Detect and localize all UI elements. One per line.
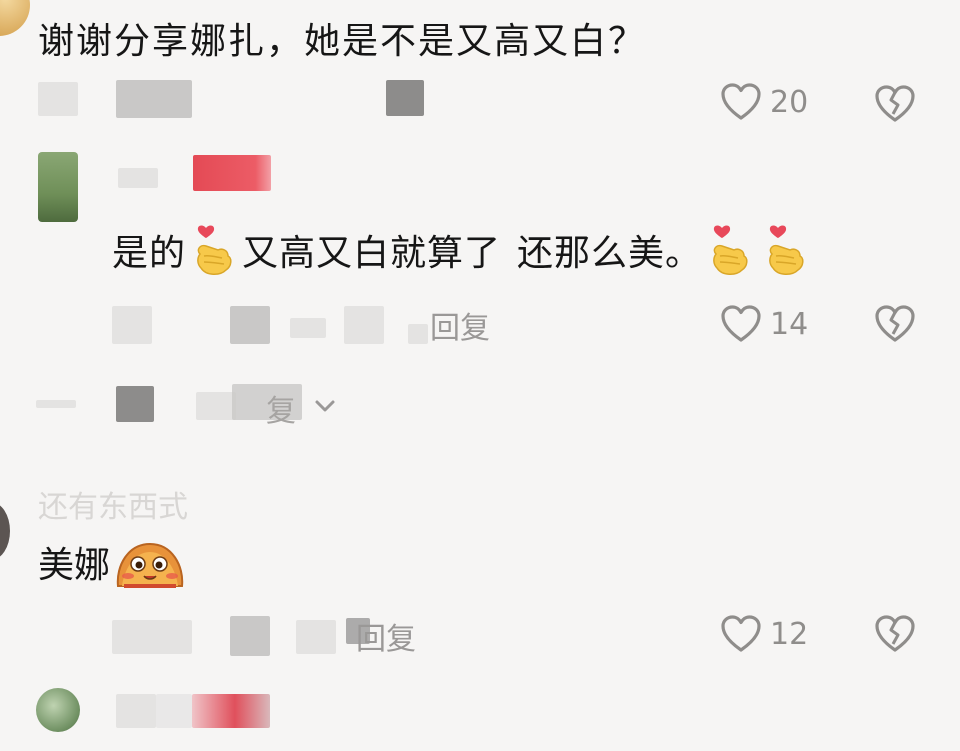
dislike-button[interactable] [874, 614, 916, 654]
reply-meta-blur [290, 318, 326, 338]
heart-icon [721, 615, 761, 652]
like-count: 14 [770, 306, 809, 342]
finger-heart-emoji [708, 224, 752, 276]
reply-author-name[interactable] [192, 694, 270, 728]
reply-meta-blur [112, 306, 152, 344]
reply-meta-blur [344, 306, 384, 344]
reply-button[interactable]: 回复 [356, 614, 416, 658]
comment-text: 美娜 [38, 545, 111, 586]
blushing-blob-emoji [114, 536, 186, 588]
dislike-button[interactable] [874, 84, 916, 124]
reply-meta-blur [118, 168, 158, 188]
comment-meta-blur [116, 80, 192, 118]
chevron-down-icon[interactable] [314, 398, 336, 418]
reply-meta-blur [408, 324, 428, 344]
finger-heart-emoji [764, 224, 808, 276]
comment-meta-blur [230, 616, 270, 656]
reply-meta-blur [156, 694, 192, 728]
expand-meta-blur [196, 392, 236, 420]
finger-heart-emoji [192, 224, 236, 276]
avatar[interactable] [36, 688, 80, 732]
reply-text-line: 是的 又高又白就算了 还那么美。 [112, 224, 814, 276]
reply-meta-blur [116, 694, 156, 728]
expand-meta-blur [116, 386, 154, 422]
comment-meta-blur [38, 82, 78, 116]
avatar[interactable] [38, 152, 78, 222]
like-button[interactable]: 20 [720, 82, 808, 122]
reply-button[interactable]: 回复 [430, 303, 490, 347]
dislike-button[interactable] [874, 304, 916, 344]
comment-author-name[interactable]: 还有东西式 [38, 482, 188, 526]
like-count: 12 [770, 616, 809, 652]
comment-text-line: 美娜 [38, 536, 186, 588]
like-button[interactable]: 14 [720, 304, 808, 344]
reply-meta-blur [230, 306, 270, 344]
avatar[interactable] [0, 0, 30, 36]
reply-text: 是的 [112, 233, 187, 274]
like-count: 20 [770, 84, 809, 120]
broken-heart-icon [875, 305, 915, 342]
comment-text: 谢谢分享娜扎，她是不是又高又白？ [38, 21, 647, 62]
heart-icon [721, 83, 761, 120]
comment-meta-blur [386, 80, 424, 116]
comment-meta-blur [296, 620, 336, 654]
reply-text: 还那么美。 [517, 233, 703, 274]
broken-heart-icon [875, 615, 915, 652]
expand-line [36, 400, 76, 408]
like-button[interactable]: 12 [720, 614, 808, 654]
expand-replies-button[interactable]: 复 [266, 386, 296, 430]
heart-icon [721, 305, 761, 342]
reply-author-name[interactable] [193, 155, 271, 191]
broken-heart-icon [875, 85, 915, 122]
avatar[interactable] [0, 502, 10, 560]
reply-text: 又高又白就算了 [242, 233, 502, 274]
comment-meta-blur [112, 620, 192, 654]
